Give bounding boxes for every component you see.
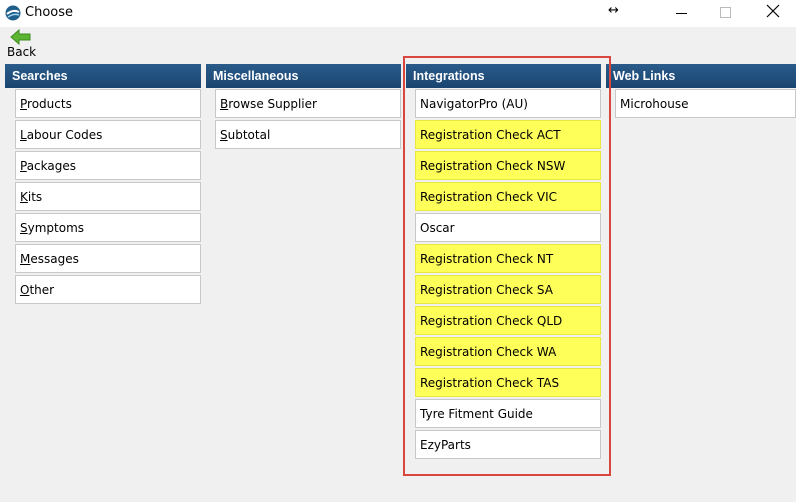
back-label: Back [7,45,37,59]
integration-item-navigatorpro[interactable]: NavigatorPro (AU) [415,89,601,118]
integration-item-rego-nt[interactable]: Registration Check NT [415,244,601,273]
maximize-button[interactable] [720,7,731,18]
close-icon[interactable] [766,4,780,18]
integration-item-rego-sa[interactable]: Registration Check SA [415,275,601,304]
weblink-item-microhouse[interactable]: Microhouse [615,89,796,118]
search-item-kits[interactable]: Kits [15,182,201,211]
integration-item-tyre-fitment-guide[interactable]: Tyre Fitment Guide [415,399,601,428]
integration-item-rego-nsw[interactable]: Registration Check NSW [415,151,601,180]
integration-item-rego-qld[interactable]: Registration Check QLD [415,306,601,335]
integrations-header: Integrations [406,64,601,88]
misc-item-browse-supplier[interactable]: Browse Supplier [215,89,401,118]
search-item-labour-codes[interactable]: Labour Codes [15,120,201,149]
integration-item-oscar[interactable]: Oscar [415,213,601,242]
integration-item-rego-vic[interactable]: Registration Check VIC [415,182,601,211]
search-item-other[interactable]: Other [15,275,201,304]
integration-item-rego-tas[interactable]: Registration Check TAS [415,368,601,397]
title-bar: Choose ↔ [0,0,796,27]
minimize-button[interactable] [676,13,687,14]
weblinks-header: Web Links [606,64,796,88]
search-item-packages[interactable]: Packages [15,151,201,180]
back-button[interactable]: Back [3,27,41,59]
searches-header: Searches [5,64,201,88]
back-arrow-icon [10,29,31,45]
window-title: Choose [25,5,73,20]
search-item-products[interactable]: Products [15,89,201,118]
app-logo-icon [5,5,21,21]
integration-item-rego-wa[interactable]: Registration Check WA [415,337,601,366]
misc-item-subtotal[interactable]: Subtotal [215,120,401,149]
search-item-messages[interactable]: Messages [15,244,201,273]
integration-item-ezyparts[interactable]: EzyParts [415,430,601,459]
resize-arrows-icon[interactable]: ↔ [608,3,619,18]
integration-item-rego-act[interactable]: Registration Check ACT [415,120,601,149]
search-item-symptoms[interactable]: Symptoms [15,213,201,242]
miscellaneous-header: Miscellaneous [206,64,401,88]
